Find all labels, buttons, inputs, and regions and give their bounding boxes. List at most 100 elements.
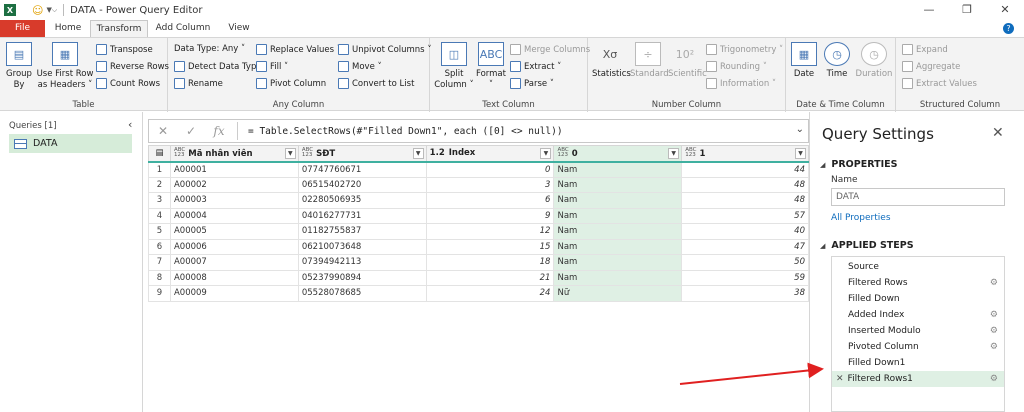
parse-button[interactable]: Parse ˅ bbox=[510, 78, 554, 89]
filter-applied-icon[interactable]: ▼ bbox=[668, 148, 680, 159]
row-number[interactable]: 9 bbox=[148, 285, 171, 302]
applied-steps-section[interactable]: APPLIED STEPS bbox=[820, 240, 913, 251]
cell[interactable]: Nam bbox=[553, 192, 683, 209]
smiley-icon[interactable]: ☺ bbox=[32, 4, 43, 17]
help-icon[interactable]: ? bbox=[1003, 23, 1014, 34]
column-header[interactable]: ABC 123 SĐT ▼ bbox=[297, 145, 427, 163]
row-number[interactable]: 5 bbox=[148, 223, 171, 240]
rounding-button[interactable]: Rounding ˅ bbox=[706, 61, 767, 72]
date-button[interactable]: ▦ Date bbox=[788, 42, 820, 80]
cell[interactable]: 07747760671 bbox=[297, 161, 427, 178]
step-settings-gear-icon[interactable]: ⚙ bbox=[990, 323, 998, 339]
cell[interactable]: A00009 bbox=[169, 285, 299, 302]
tab-file[interactable]: File bbox=[0, 20, 45, 37]
table-row[interactable]: 3 A00003 02280506935 6 Nam 48 bbox=[148, 192, 809, 209]
restore-button[interactable]: ❐ bbox=[948, 0, 986, 20]
rename-button[interactable]: Rename bbox=[174, 78, 223, 89]
unpivot-columns-button[interactable]: Unpivot Columns ˅ bbox=[338, 44, 432, 55]
scientific-button[interactable]: 10² Scientific bbox=[668, 42, 707, 80]
table-row[interactable]: 7 A00007 07394942113 18 Nam 50 bbox=[148, 254, 809, 271]
cell[interactable]: 04016277731 bbox=[297, 207, 427, 224]
table-row[interactable]: 2 A00002 06515402720 3 Nam 48 bbox=[148, 176, 809, 193]
step-settings-gear-icon[interactable]: ⚙ bbox=[990, 371, 998, 387]
cell[interactable]: A00001 bbox=[169, 161, 299, 178]
cancel-formula-icon[interactable]: ✕ bbox=[149, 124, 177, 138]
convert-to-list-button[interactable]: Convert to List bbox=[338, 78, 414, 89]
query-name-input[interactable]: DATA bbox=[831, 188, 1005, 206]
query-item[interactable]: DATA bbox=[9, 134, 132, 153]
data-type-dropdown[interactable]: Data Type: Any ˅ bbox=[174, 44, 245, 54]
cell[interactable]: 15 bbox=[425, 238, 555, 255]
cell[interactable]: Nam bbox=[553, 238, 683, 255]
applied-step[interactable]: Inserted Modulo ⚙ bbox=[832, 323, 1004, 339]
column-header[interactable]: ABC 123 1 ▼ bbox=[681, 145, 809, 163]
row-number[interactable]: 8 bbox=[148, 269, 171, 286]
cell[interactable]: 12 bbox=[425, 223, 555, 240]
type-icon[interactable]: ABC 123 bbox=[174, 147, 185, 159]
applied-step[interactable]: ✕ Filtered Rows1 ⚙ bbox=[832, 371, 1004, 387]
properties-section[interactable]: PROPERTIES bbox=[820, 159, 897, 170]
applied-step[interactable]: Added Index ⚙ bbox=[832, 307, 1004, 323]
detect-data-type-button[interactable]: Detect Data Type bbox=[174, 61, 262, 72]
row-number[interactable]: 4 bbox=[148, 207, 171, 224]
cell[interactable]: 48 bbox=[681, 176, 809, 193]
tab-add-column[interactable]: Add Column bbox=[150, 20, 216, 37]
pivot-column-button[interactable]: Pivot Column bbox=[256, 78, 326, 89]
accept-formula-icon[interactable]: ✓ bbox=[177, 124, 205, 138]
cell[interactable]: A00008 bbox=[169, 269, 299, 286]
filter-dropdown-icon[interactable]: ▼ bbox=[284, 148, 296, 159]
formula-input[interactable]: = Table.SelectRows(#"Filled Down1", each… bbox=[248, 126, 563, 137]
cell[interactable]: Nam bbox=[553, 161, 683, 178]
cell[interactable]: 9 bbox=[425, 207, 555, 224]
tab-view[interactable]: View bbox=[222, 20, 256, 37]
cell[interactable]: 01182755837 bbox=[297, 223, 427, 240]
cell[interactable]: Nam bbox=[553, 269, 683, 286]
quick-access-dropdown-icon[interactable]: ▼⌵ bbox=[46, 6, 57, 15]
applied-step[interactable]: Filtered Rows ⚙ bbox=[832, 275, 1004, 291]
standard-button[interactable]: ÷ Standard bbox=[630, 42, 669, 80]
table-row[interactable]: 6 A00006 06210073648 15 Nam 47 bbox=[148, 238, 809, 255]
table-row[interactable]: 4 A00004 04016277731 9 Nam 57 bbox=[148, 207, 809, 224]
cell[interactable]: 3 bbox=[425, 176, 555, 193]
cell[interactable]: 02280506935 bbox=[297, 192, 427, 209]
applied-step[interactable]: Pivoted Column ⚙ bbox=[832, 339, 1004, 355]
split-column-button[interactable]: ◫ Split Column ˅ bbox=[434, 42, 474, 91]
cell[interactable]: 0 bbox=[425, 161, 555, 178]
trigonometry-button[interactable]: Trigonometry ˅ bbox=[706, 44, 783, 55]
group-by-button[interactable]: ▤ Group By bbox=[4, 42, 34, 91]
cell[interactable]: 38 bbox=[681, 285, 809, 302]
row-number[interactable]: 1 bbox=[148, 161, 171, 178]
move-button[interactable]: Move ˅ bbox=[338, 61, 382, 72]
column-header[interactable]: 1.2 Index ▼ bbox=[425, 145, 555, 163]
extract-values-button[interactable]: Extract Values bbox=[902, 78, 977, 89]
statistics-button[interactable]: Xσ Statistics bbox=[592, 42, 631, 80]
table-menu-icon[interactable]: ▤ bbox=[148, 145, 171, 163]
cell[interactable]: 18 bbox=[425, 254, 555, 271]
row-number[interactable]: 6 bbox=[148, 238, 171, 255]
cell[interactable]: 47 bbox=[681, 238, 809, 255]
format-button[interactable]: ABC Format ˅ bbox=[474, 42, 508, 91]
cell[interactable]: 6 bbox=[425, 192, 555, 209]
type-icon[interactable]: 1.2 bbox=[430, 148, 445, 158]
filter-dropdown-icon[interactable]: ▼ bbox=[412, 148, 424, 159]
collapse-pane-icon[interactable]: ‹ bbox=[128, 118, 132, 131]
cell[interactable]: A00002 bbox=[169, 176, 299, 193]
close-button[interactable]: ✕ bbox=[986, 0, 1024, 20]
row-number[interactable]: 7 bbox=[148, 254, 171, 271]
row-number[interactable]: 2 bbox=[148, 176, 171, 193]
cell[interactable]: 06210073648 bbox=[297, 238, 427, 255]
cell[interactable]: 48 bbox=[681, 192, 809, 209]
count-rows-button[interactable]: Count Rows bbox=[96, 78, 160, 89]
information-button[interactable]: Information ˅ bbox=[706, 78, 776, 89]
tab-transform[interactable]: Transform bbox=[90, 20, 148, 37]
cell[interactable]: 06515402720 bbox=[297, 176, 427, 193]
cell[interactable]: 05237990894 bbox=[297, 269, 427, 286]
filter-dropdown-icon[interactable]: ▼ bbox=[795, 148, 806, 159]
applied-step[interactable]: Filled Down bbox=[832, 291, 1004, 307]
all-properties-link[interactable]: All Properties bbox=[831, 213, 891, 223]
row-number[interactable]: 3 bbox=[148, 192, 171, 209]
column-header[interactable]: ABC 123 Mã nhân viên ▼ bbox=[169, 145, 299, 163]
cell[interactable]: 44 bbox=[681, 161, 809, 178]
applied-step[interactable]: Filled Down1 bbox=[832, 355, 1004, 371]
expand-formula-icon[interactable]: ⌄ bbox=[796, 124, 804, 135]
